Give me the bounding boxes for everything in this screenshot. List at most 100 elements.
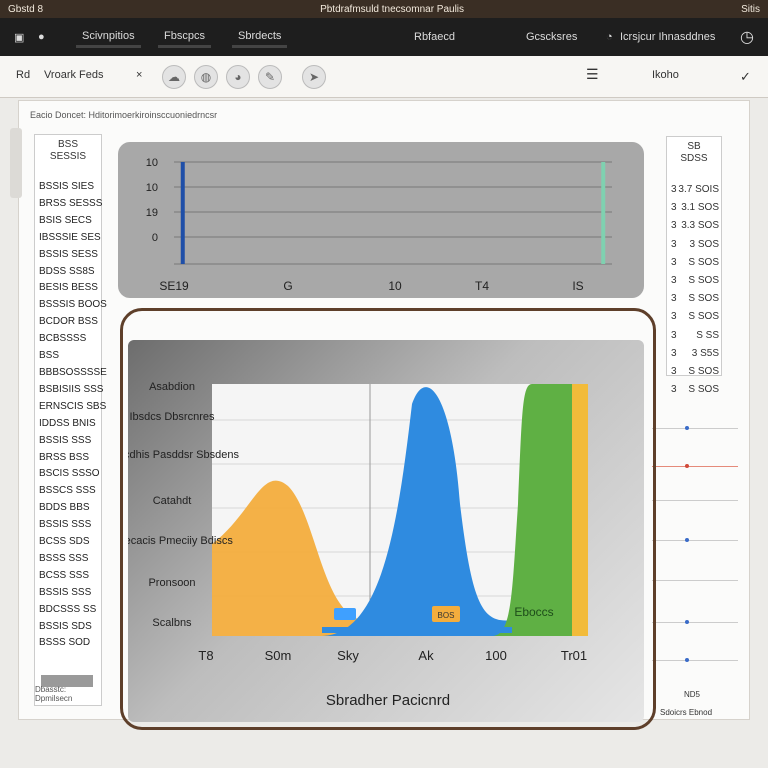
- left-row: BSSCS SSS: [39, 485, 96, 497]
- left-row: BSSIS SESS: [39, 248, 98, 260]
- right-row: 3S SOS: [671, 311, 719, 323]
- list-icon[interactable]: ☰: [586, 66, 599, 83]
- right-row: 3S SOS: [671, 275, 719, 287]
- left-row: BDCSSS SS: [39, 603, 97, 615]
- menubar: ▣ ● Scivnpitios Fbscpcs Sbrdects Rbfaecd…: [0, 18, 768, 56]
- right-data-column: SB SDSS 3 3.7 SOIS 3 3.1 SOS 3 3.3 SOS 3 3 SOS 3…: [666, 136, 722, 395]
- y-tick-label: 10: [146, 182, 158, 194]
- right-rows: 3 3.7 SOIS 3 3.1 SOS 3 3.3 SOS 3 3 SOS 3 S SOS 3 S …: [667, 181, 723, 399]
- cursor-icon[interactable]: ➤: [302, 65, 326, 89]
- settings-icon[interactable]: ◔: [606, 18, 613, 56]
- left-row: IBSSSIE SES: [39, 231, 101, 243]
- breadcrumb: Eacio Doncet: Hditorimoerkiroinsccuonied…: [30, 110, 218, 120]
- app-icon[interactable]: ▣: [14, 18, 24, 56]
- y-tick-label: Ebecacis Pmeciiy Bdiscs: [128, 535, 233, 547]
- left-row: BCSS SSS: [39, 569, 90, 581]
- left-row: BDDS BBS: [39, 502, 90, 514]
- right-row: 3 3.3 SOS: [671, 220, 719, 232]
- left-row: IDDSS BNIS: [39, 417, 96, 429]
- close-icon[interactable]: ×: [136, 69, 142, 81]
- tab-0[interactable]: Scivnpitios: [76, 26, 141, 48]
- chart-card-title: Sbradher Pacicnrd: [325, 692, 451, 709]
- scrollbar[interactable]: [10, 128, 22, 198]
- badge-green-label: Eboccs: [514, 605, 553, 619]
- series-line: [180, 162, 185, 264]
- left-row: BSSIS SIES: [39, 181, 95, 192]
- indicator-dot: [685, 426, 689, 430]
- left-rows: BSSIS SIES BRSS SESSS BSIS SECS IBSSSIE SES…: [39, 179, 107, 652]
- y-tick-label: Scalbns: [152, 617, 192, 629]
- toolbar-path-label: Vroark Feds: [44, 69, 104, 81]
- left-row: BSSIS SSS: [39, 586, 92, 598]
- left-row: BSSS SOD: [39, 637, 91, 649]
- x-tick-label: T8: [198, 648, 213, 663]
- left-row: BSBISIIS SSS: [39, 383, 104, 395]
- right-row: 3 3.1 SOS: [671, 202, 719, 214]
- right-footer-label-2: Sdoicrs Ebnod: [660, 708, 713, 717]
- palette-icon[interactable]: ◕: [226, 65, 250, 89]
- x-tick-label: Tr01: [561, 648, 587, 663]
- right-column-header: SB SDSS: [680, 141, 708, 164]
- toolbar-left-label: Rd: [16, 69, 31, 81]
- right-indicator-lines: [652, 390, 738, 690]
- badge-1: [334, 608, 356, 620]
- window-left-label: Gbstd 8: [8, 3, 44, 15]
- right-row: 33 SOS: [671, 238, 719, 250]
- left-column-header: BSS SESSIS: [49, 139, 87, 162]
- x-tick-label: T4: [475, 279, 489, 293]
- x-tick-label: S0m: [265, 648, 292, 663]
- y-tick-label: Catahdt: [153, 495, 192, 507]
- left-row: BSSIS SDS: [39, 620, 92, 632]
- left-footer-label: Dbasstc: Dpmilsecn: [35, 685, 73, 703]
- left-row: BSSIS SSS: [39, 519, 92, 531]
- menu-right-2[interactable]: Icrsjcur Ihnasddnes: [620, 18, 715, 56]
- left-row: BSCIS SSSO: [39, 468, 100, 480]
- window-right-label[interactable]: Sitis: [741, 4, 760, 15]
- y-tick-label: 10: [146, 157, 158, 169]
- tab-2[interactable]: Sbrdects: [232, 26, 288, 48]
- x-tick-label: G: [283, 279, 292, 293]
- left-row: BSSS SSS: [39, 552, 89, 564]
- left-row: ERNSCIS SBS: [39, 400, 107, 412]
- right-row: 3 3.7 SOIS: [671, 184, 719, 195]
- tab-1[interactable]: Fbscpcs: [158, 26, 211, 48]
- left-row: BRSS BSS: [39, 451, 90, 463]
- cloud-icon[interactable]: ☁: [162, 65, 186, 89]
- left-row: BCBSSSS BSS: [39, 333, 87, 362]
- top-chart-panel: 10 10 19 0 SE19 G 10 T4 IS: [118, 142, 644, 298]
- toolbar: Rd Vroark Feds × ☁ ◍ ◕ ✎ ➤ ☰ Ikoho ✓: [0, 56, 768, 98]
- left-row: BSSSIS BOOS: [39, 299, 107, 311]
- window-titlebar: Gbstd 8 Pbtdrafmsuld tnecsomnar Paulis S…: [0, 0, 768, 18]
- left-row: BSSIS SSS: [39, 434, 92, 446]
- y-tick-label: 0: [152, 232, 158, 244]
- x-tick-label: IS: [572, 279, 583, 293]
- badge-2-label: BOS: [438, 611, 455, 620]
- record-icon[interactable]: ●: [38, 18, 45, 56]
- clock-icon[interactable]: ◷: [740, 18, 754, 56]
- x-tick-label: 10: [388, 279, 402, 293]
- chart-card: BOS Eboccs Asabdion Ibsdcs Dbsrcnres Bsdcdhi…: [105, 340, 644, 722]
- indicator-dot: [685, 538, 689, 542]
- area-chart-svg: BOS Eboccs Asabdion Ibsdcs Dbsrcnres Bsdcdhi…: [105, 381, 588, 663]
- left-row: BCSS SDS: [39, 536, 90, 548]
- x-tick-label: SE19: [159, 279, 189, 293]
- toolbar-right-label: Ikoho: [652, 69, 679, 81]
- indicator-dot: [685, 464, 689, 468]
- top-chart-svg: 10 10 19 0 SE19 G 10 T4 IS: [146, 157, 612, 293]
- check-icon[interactable]: ✓: [740, 69, 751, 85]
- menu-right-0[interactable]: Rbfaecd: [414, 18, 455, 56]
- indicator-dot: [685, 658, 689, 662]
- indicator-dot: [685, 620, 689, 624]
- series-line: [601, 162, 606, 264]
- brush-icon[interactable]: ✎: [258, 65, 282, 89]
- right-row: 3S SS: [671, 329, 719, 341]
- globe-icon[interactable]: ◍: [194, 65, 218, 89]
- x-tick-label: Ak: [418, 648, 434, 663]
- left-row: BESIS BESS: [39, 282, 98, 294]
- x-tick-label: Sky: [337, 648, 359, 663]
- menu-right-1[interactable]: Gcscksres: [526, 18, 577, 56]
- y-tick-label: Pronsoon: [148, 577, 195, 589]
- y-tick-label: Asabdion: [149, 381, 195, 393]
- right-row: 3S SOS: [671, 366, 719, 378]
- right-row: 3S SOS: [671, 256, 719, 268]
